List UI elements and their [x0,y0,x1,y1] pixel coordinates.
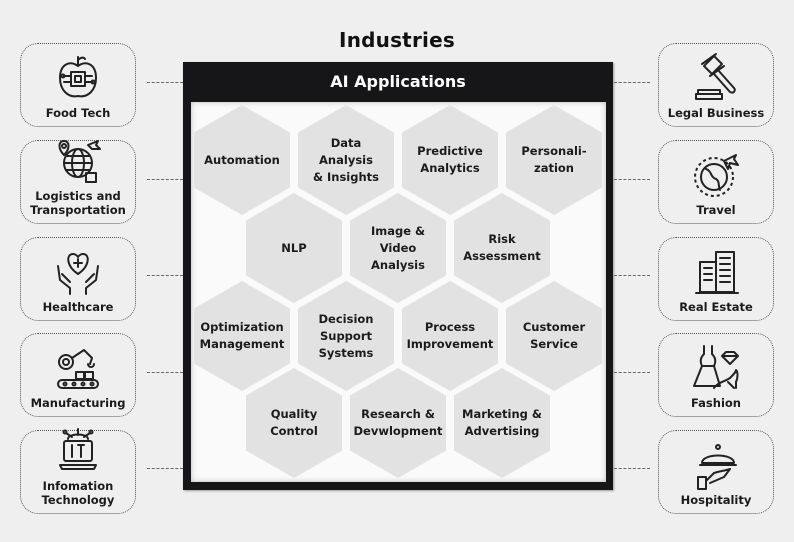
industry-label: Fashion [690,396,741,410]
connector-line [147,468,183,469]
hex-image-video-analysis: Image & Video Analysis [350,193,446,303]
ai-applications-header: AI Applications [330,72,466,91]
hex-customer-service: Customer Service [506,281,602,391]
gavel-icon [695,53,736,100]
industry-label: Hospitality [680,493,752,507]
industry-label: Legal Business [667,106,765,120]
connector-line [147,82,183,83]
healthcare-icon [57,253,99,295]
industry-label: Logistics and Transportation [30,189,126,217]
industry-card-real-estate: Real Estate [658,237,774,321]
industry-card-logistics: Logistics and Transportation [20,140,136,224]
hex-automation: Automation [194,105,290,215]
hex-marketing-advertising: Marketing & Advertising [454,368,550,478]
industry-card-hospitality: Hospitality [658,430,774,514]
fashion-icon [693,345,739,389]
industry-label: Infomation Technology [41,479,115,507]
logistics-icon [58,140,101,183]
industry-label: Manufacturing [30,396,126,410]
industry-label: Travel [696,203,736,217]
hex-quality-control: Quality Control [246,368,342,478]
hex-research-development: Research & Devwlopment [350,368,446,478]
connector-line [147,275,183,276]
industry-label: Real Estate [679,300,753,314]
industry-card-information-technology: Infomation Technology [20,428,136,514]
buildings-icon [695,251,739,294]
industry-label: Healthcare [42,300,114,314]
hex-optimization-management: Optimization Management [194,281,290,391]
connector-line [614,372,650,373]
connector-line [614,275,650,276]
ai-applications-frame: AI Applications Automation Data Analysis… [183,62,613,490]
travel-globe-icon [694,154,739,197]
connector-line [614,82,650,83]
connector-line [614,468,650,469]
hex-nlp: NLP [246,193,342,303]
connector-line [147,179,183,180]
hex-predictive-analytics: Predictive Analytics [402,105,498,215]
hex-process-improvement: Process Improvement [402,281,498,391]
connector-line [147,372,183,373]
hex-data-analysis: Data Analysis & Insights [298,105,394,215]
hexagon-panel: Automation Data Analysis & Insights Pred… [191,102,606,482]
industry-card-travel: Travel [658,140,774,224]
hex-risk-assessment: Risk Assessment [454,193,550,303]
manufacturing-icon [57,349,99,389]
industry-card-manufacturing: Manufacturing [20,333,136,417]
industry-card-legal-business: Legal Business [658,43,774,127]
hex-personalization: Personali- zation [506,105,602,215]
cloche-icon [697,444,737,490]
hex-decision-support: Decision Support Systems [298,281,394,391]
industry-label: Food Tech [45,106,111,120]
industry-card-healthcare: Healthcare [20,237,136,321]
food-tech-icon [59,56,97,98]
industry-card-fashion: Fashion [658,333,774,417]
it-laptop-icon [59,428,97,470]
connector-line [614,179,650,180]
industry-card-food-tech: Food Tech [20,43,136,127]
